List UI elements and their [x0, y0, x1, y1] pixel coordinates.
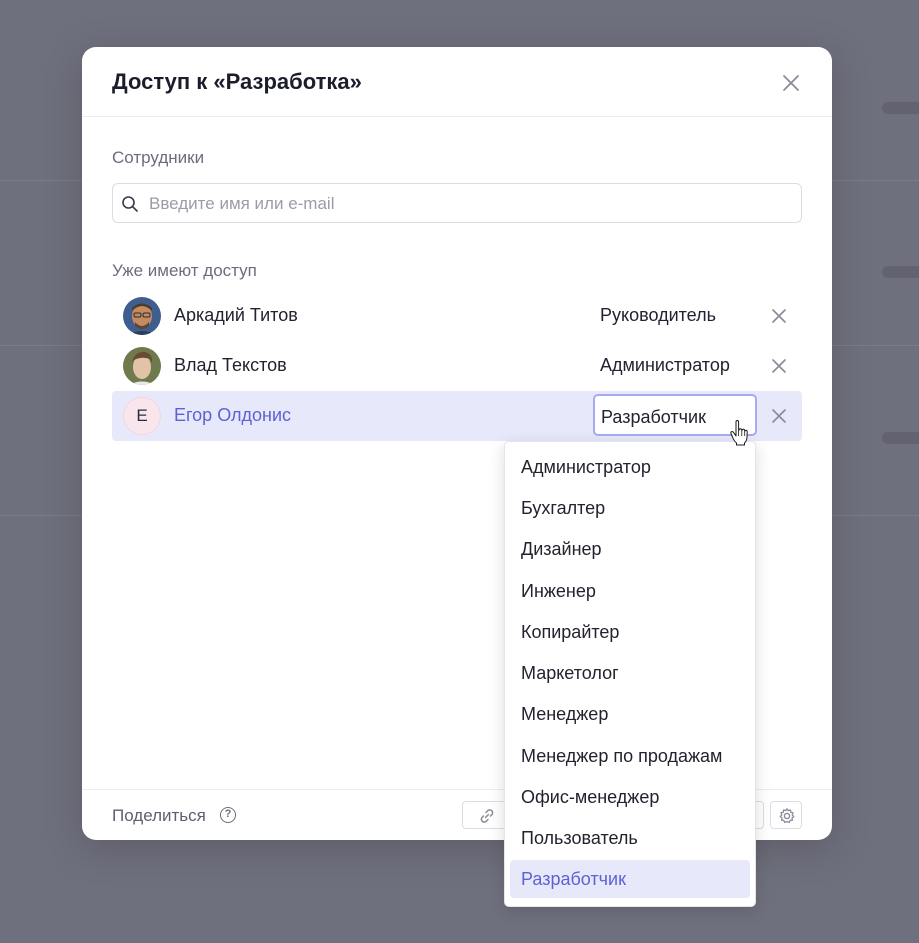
- remove-member-button[interactable]: [770, 357, 788, 375]
- remove-member-button[interactable]: [770, 307, 788, 325]
- member-name: Егор Олдонис: [174, 405, 292, 425]
- avatar: [123, 347, 161, 385]
- role-option[interactable]: Менеджер: [510, 695, 750, 733]
- role-option[interactable]: Дизайнер: [510, 530, 750, 568]
- help-icon[interactable]: ?: [220, 807, 236, 823]
- member-row: Аркадий Титов Руководитель: [112, 291, 802, 341]
- close-icon: [772, 409, 786, 423]
- role-option[interactable]: Менеджер по продажам: [510, 737, 750, 775]
- role-option[interactable]: Копирайтер: [510, 613, 750, 651]
- role-option[interactable]: Администратор: [510, 448, 750, 486]
- role-dropdown: Администратор Бухгалтер Дизайнер Инженер…: [504, 441, 756, 907]
- remove-member-button[interactable]: [770, 407, 788, 425]
- hand-cursor-icon: [730, 420, 748, 446]
- employees-label: Сотрудники: [112, 148, 205, 167]
- share-settings-button[interactable]: [770, 801, 802, 829]
- role-option-selected[interactable]: Разработчик: [510, 860, 750, 898]
- close-icon: [772, 359, 786, 373]
- background-badge: [882, 266, 919, 278]
- role-option[interactable]: Пользователь: [510, 819, 750, 857]
- background-badge: [882, 102, 919, 114]
- gear-icon: [779, 808, 795, 824]
- dialog-header: Доступ к «Разработка»: [82, 47, 832, 117]
- close-button[interactable]: [780, 72, 802, 94]
- member-name: Влад Текстов: [174, 355, 287, 375]
- role-option[interactable]: Инженер: [510, 572, 750, 610]
- close-icon: [772, 309, 786, 323]
- avatar: [123, 297, 161, 335]
- search-icon: [122, 196, 138, 212]
- role-option[interactable]: Офис-менеджер: [510, 778, 750, 816]
- role-option[interactable]: Маркетолог: [510, 654, 750, 692]
- employee-search[interactable]: [112, 183, 802, 224]
- share-label: Поделиться: [112, 806, 206, 825]
- member-role-select[interactable]: Руководитель: [600, 305, 716, 326]
- dialog-title: Доступ к «Разработка»: [112, 69, 362, 94]
- member-row: Влад Текстов Администратор: [112, 341, 802, 391]
- link-icon: [480, 809, 494, 823]
- role-option[interactable]: Бухгалтер: [510, 489, 750, 527]
- role-select-value: Разработчик: [601, 407, 706, 427]
- close-icon: [783, 75, 799, 91]
- avatar: Е: [123, 397, 161, 435]
- member-role-select[interactable]: Администратор: [600, 355, 730, 376]
- member-name: Аркадий Титов: [174, 305, 298, 325]
- background-badge: [882, 432, 919, 444]
- search-input[interactable]: [147, 184, 791, 224]
- member-row-active: Е Егор Олдонис Разработчик: [112, 391, 802, 441]
- has-access-label: Уже имеют доступ: [112, 261, 257, 280]
